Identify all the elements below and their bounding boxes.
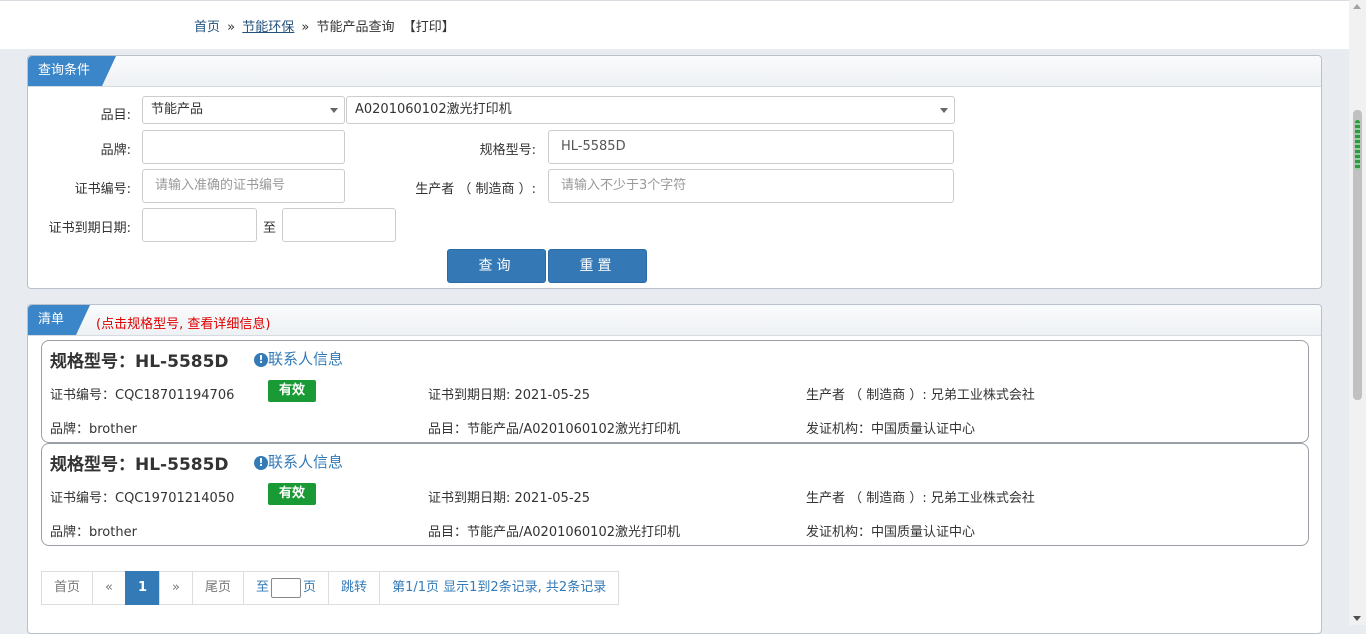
category-text: 品目：节能产品/A0201060102激光打印机 [428, 422, 680, 437]
expiry-text: 证书到期日期: 2021-05-25 [428, 491, 591, 506]
list-panel-title: 清单 [28, 305, 90, 335]
contact-info-label: 联系人信息 [268, 350, 344, 368]
breadcrumb: 首页 » 节能环保 » 节能产品查询 【打印】 [194, 16, 455, 35]
model-label: 规格型号: [479, 143, 536, 158]
scroll-down-icon[interactable] [1353, 616, 1361, 621]
expiry-to-label: 至 [263, 221, 277, 236]
cert-no-label: 证书编号: [74, 182, 131, 197]
brand-label: 品牌: [100, 143, 131, 158]
subcategory-select[interactable]: A0201060102激光打印机 [346, 96, 955, 124]
breadcrumb-separator: » [227, 20, 236, 35]
reset-button[interactable]: 重置 [548, 249, 647, 283]
breadcrumb-separator: » [301, 20, 310, 35]
result-card: 规格型号：HL-5585D ! 联系人信息 证书编号：CQC19701214050… [41, 443, 1309, 546]
list-panel-header: 清单 (点击规格型号, 查看详细信息) [28, 305, 1321, 336]
scroll-indicator-icon [1355, 120, 1360, 170]
contact-info-link[interactable]: ! 联系人信息 [254, 451, 343, 472]
cert-no-text: 证书编号：CQC18701194706 [50, 388, 235, 403]
model-input[interactable]: HL-5585D [548, 130, 954, 164]
contact-info-link[interactable]: ! 联系人信息 [254, 348, 343, 369]
query-panel-header: 查询条件 [28, 56, 1321, 87]
list-panel-note: (点击规格型号, 查看详细信息) [96, 317, 271, 332]
info-icon: ! [254, 353, 268, 367]
next-page-button[interactable]: » [159, 571, 193, 605]
category-label: 品目: [100, 108, 131, 123]
expiry-from-input[interactable] [142, 208, 257, 242]
chevron-down-icon [940, 108, 948, 113]
scrollbar[interactable] [1349, 0, 1366, 625]
chevron-down-icon [330, 108, 338, 113]
goto-page: 至页 [243, 571, 330, 605]
breadcrumb-current: 节能产品查询 [316, 20, 395, 35]
cert-no-text: 证书编号：CQC19701214050 [50, 491, 235, 506]
brand-input[interactable] [142, 130, 345, 164]
contact-info-label: 联系人信息 [268, 453, 344, 471]
query-panel-title: 查询条件 [28, 56, 116, 86]
status-badge: 有效 [268, 483, 316, 505]
info-icon: ! [254, 456, 268, 470]
brand-text: 品牌：brother [50, 525, 137, 540]
goto-prefix: 至 [256, 580, 270, 595]
query-panel: 查询条件 品目: 节能产品 A0201060102激光打印机 品牌: 规格型号:… [27, 55, 1322, 289]
pagination: 首页 « 1 » 尾页 至页 跳转 第1/1页 显示1到2条记录, 共2条记录 [41, 571, 620, 605]
result-card: 规格型号：HL-5585D ! 联系人信息 证书编号：CQC18701194706… [41, 340, 1309, 443]
query-button[interactable]: 查询 [447, 249, 546, 283]
status-badge: 有效 [268, 380, 316, 402]
top-bar: 首页 » 节能环保 » 节能产品查询 【打印】 [0, 0, 1349, 49]
expiry-to-input[interactable] [282, 208, 396, 242]
print-link[interactable]: 【打印】 [403, 20, 455, 35]
breadcrumb-category-link[interactable]: 节能环保 [242, 20, 294, 35]
page-1-button[interactable]: 1 [124, 571, 161, 605]
issuer-text: 发证机构：中国质量认证中心 [806, 422, 976, 437]
maker-text: 生产者 （ 制造商 ）: 兄弟工业株式会社 [806, 388, 1035, 403]
brand-text: 品牌：brother [50, 422, 137, 437]
model-link[interactable]: 规格型号：HL-5585D [50, 450, 229, 475]
page-summary: 第1/1页 显示1到2条记录, 共2条记录 [379, 571, 620, 605]
prev-page-button[interactable]: « [92, 571, 126, 605]
category-select[interactable]: 节能产品 [142, 96, 345, 124]
maker-input[interactable]: 请输入不少于3个字符 [548, 169, 954, 203]
cert-no-input[interactable]: 请输入准确的证书编号 [142, 169, 345, 203]
scroll-up-icon[interactable] [1353, 4, 1361, 9]
model-link[interactable]: 规格型号：HL-5585D [50, 347, 229, 372]
subcategory-select-value: A0201060102激光打印机 [355, 102, 512, 117]
category-select-value: 节能产品 [151, 102, 204, 117]
list-panel: 清单 (点击规格型号, 查看详细信息) 规格型号：HL-5585D ! 联系人信息… [27, 304, 1322, 634]
goto-page-input[interactable] [271, 577, 302, 598]
expiry-text: 证书到期日期: 2021-05-25 [428, 388, 591, 403]
last-page-button[interactable]: 尾页 [192, 571, 245, 605]
breadcrumb-home-link[interactable]: 首页 [194, 20, 220, 35]
issuer-text: 发证机构：中国质量认证中心 [806, 525, 976, 540]
goto-suffix: 页 [303, 580, 317, 595]
expiry-label: 证书到期日期: [48, 221, 131, 236]
maker-text: 生产者 （ 制造商 ）: 兄弟工业株式会社 [806, 491, 1035, 506]
category-text: 品目：节能产品/A0201060102激光打印机 [428, 525, 680, 540]
jump-button[interactable]: 跳转 [328, 571, 381, 605]
maker-label: 生产者 （ 制造商 ）: [415, 182, 536, 197]
first-page-button[interactable]: 首页 [41, 571, 94, 605]
